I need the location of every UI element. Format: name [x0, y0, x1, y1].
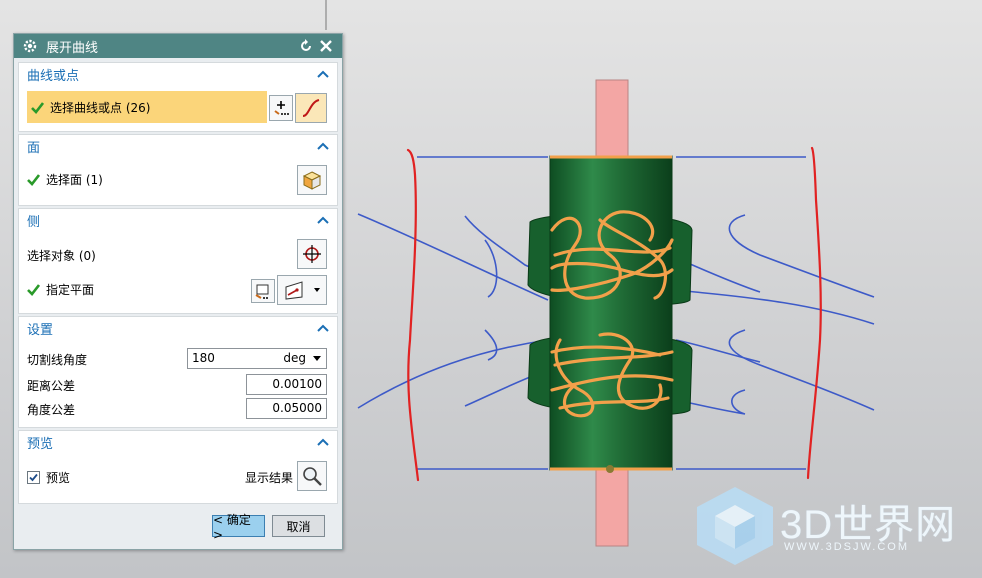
curve-icon	[302, 99, 320, 117]
gear-icon[interactable]	[22, 38, 38, 54]
cut-angle-value[interactable]: 180	[192, 349, 283, 368]
show-result-button[interactable]	[297, 461, 327, 491]
chevron-up-icon[interactable]	[317, 141, 329, 151]
reset-icon[interactable]	[298, 38, 314, 54]
dialog-titlebar[interactable]: 展开曲线	[14, 34, 342, 58]
select-face-button[interactable]	[297, 165, 327, 195]
section-header[interactable]: 设置	[19, 317, 337, 339]
section-side: 侧 选择对象 (0) 指定平面	[18, 208, 338, 314]
unwrap-curve-dialog: 展开曲线 曲线或点 选择曲线或点 (26) 面 选择面 (1) 侧 选择对象 (…	[13, 33, 343, 550]
section-title: 面	[27, 140, 41, 156]
chevron-up-icon[interactable]	[317, 323, 329, 333]
section-face: 面 选择面 (1)	[18, 134, 338, 206]
checkmark-icon	[27, 174, 40, 186]
curve-filter-button[interactable]	[295, 93, 327, 123]
cancel-button[interactable]: 取消	[272, 515, 325, 537]
select-object-label: 选择对象 (0)	[27, 249, 96, 263]
section-title: 预览	[27, 436, 54, 452]
chevron-up-icon[interactable]	[317, 437, 329, 447]
chevron-up-icon[interactable]	[317, 215, 329, 225]
crosshair-icon	[303, 245, 321, 263]
cut-angle-label: 切割线角度	[27, 353, 88, 367]
ok-button[interactable]: < 确定 >	[212, 513, 265, 542]
watermark-url: WWW.3DSJW.COM	[784, 541, 909, 553]
specify-plane-label: 指定平面	[46, 283, 95, 297]
cut-angle-field[interactable]: 180 deg	[187, 348, 327, 369]
select-face-label: 选择面 (1)	[46, 173, 103, 187]
distance-tolerance-field[interactable]: 0.00100	[246, 374, 327, 395]
chevron-down-icon[interactable]	[312, 349, 322, 368]
section-settings: 设置 切割线角度 180 deg 距离公差 0.00100 角度公差 0.050…	[18, 316, 338, 428]
add-curve-button[interactable]	[269, 95, 293, 121]
section-title: 设置	[27, 322, 54, 338]
section-curve-or-point: 曲线或点 选择曲线或点 (26)	[18, 62, 338, 132]
checkmark-icon	[27, 284, 40, 296]
chevron-up-icon[interactable]	[317, 69, 329, 79]
preview-checkbox[interactable]	[27, 471, 40, 484]
preview-checkbox-row[interactable]: 预览	[27, 469, 70, 486]
preview-label: 预览	[46, 471, 71, 485]
section-title: 曲线或点	[27, 68, 80, 84]
select-face-row[interactable]: 选择面 (1)	[27, 171, 331, 188]
cylinder-face	[549, 155, 673, 471]
select-object-row[interactable]: 选择对象 (0)	[27, 247, 331, 264]
section-header[interactable]: 曲线或点	[19, 63, 337, 85]
angle-tolerance-label: 角度公差	[27, 403, 76, 417]
checkmark-icon	[31, 101, 44, 114]
plane-icon	[285, 281, 303, 300]
distance-tolerance-label: 距离公差	[27, 379, 76, 393]
select-object-button[interactable]	[297, 239, 327, 269]
watermark-logo	[697, 487, 773, 565]
cut-angle-unit[interactable]: deg	[283, 349, 306, 368]
section-title: 侧	[27, 214, 41, 230]
add-selection-icon	[274, 101, 289, 115]
plane-dialog-icon	[255, 284, 269, 299]
select-curve-row[interactable]: 选择曲线或点 (26)	[27, 91, 267, 123]
chevron-down-icon	[314, 288, 320, 292]
section-header[interactable]: 面	[19, 135, 337, 157]
magnifier-icon	[303, 467, 322, 486]
show-result-label: 显示结果	[245, 471, 294, 485]
section-header[interactable]: 侧	[19, 209, 337, 231]
plane-dialog-button[interactable]	[251, 279, 275, 303]
angle-tolerance-field[interactable]: 0.05000	[246, 398, 327, 419]
plane-type-dropdown[interactable]	[277, 275, 327, 305]
section-header[interactable]: 预览	[19, 431, 337, 453]
origin-point	[606, 465, 614, 473]
close-icon[interactable]	[318, 38, 334, 54]
solid-face-icon	[302, 171, 322, 190]
section-preview: 预览 预览 显示结果	[18, 430, 338, 504]
select-curve-label: 选择曲线或点 (26)	[50, 100, 151, 115]
dialog-title: 展开曲线	[46, 40, 99, 56]
